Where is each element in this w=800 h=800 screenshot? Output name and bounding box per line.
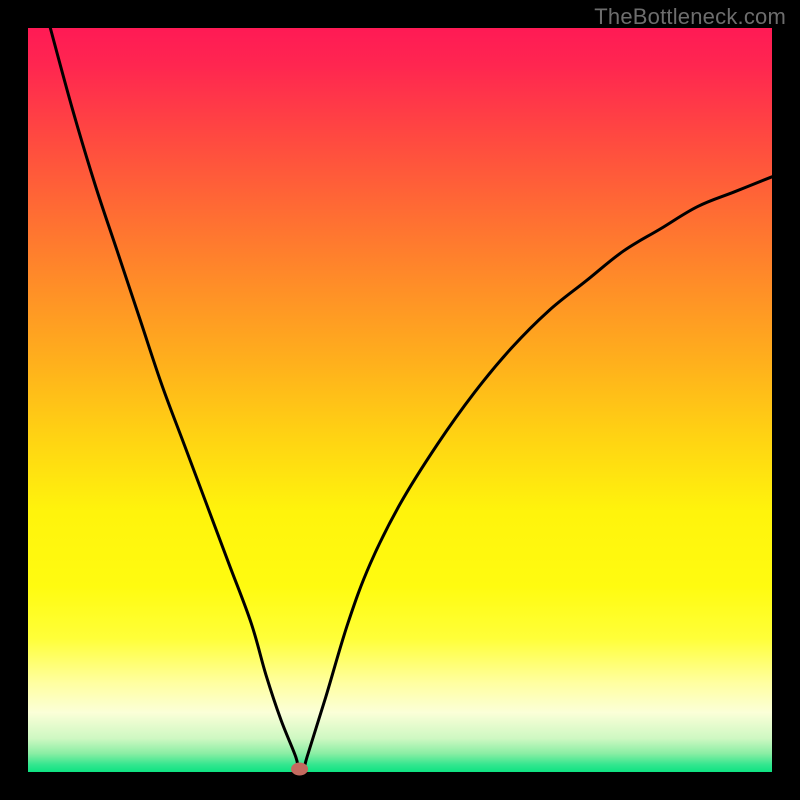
watermark-text: TheBottleneck.com: [594, 4, 786, 30]
plot-background: [28, 28, 772, 772]
dip-marker: [292, 763, 308, 775]
bottleneck-chart: [0, 0, 800, 800]
chart-frame: TheBottleneck.com: [0, 0, 800, 800]
